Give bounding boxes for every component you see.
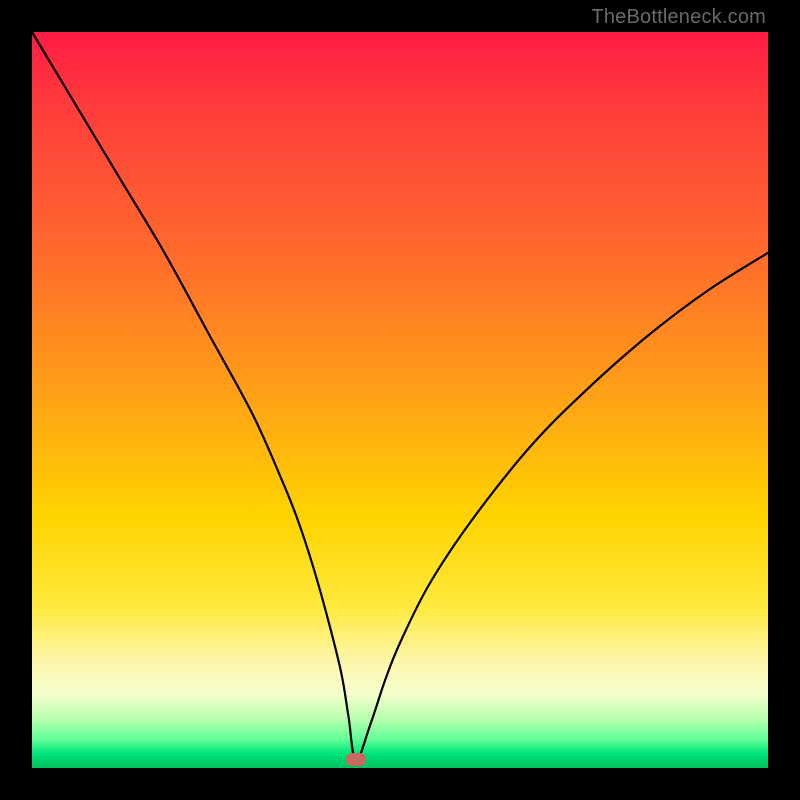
watermark-text: TheBottleneck.com [591,6,766,29]
plot-area [32,32,768,768]
chart-frame: TheBottleneck.com [0,0,800,800]
bottleneck-curve [32,32,768,768]
minimum-marker [346,753,366,766]
